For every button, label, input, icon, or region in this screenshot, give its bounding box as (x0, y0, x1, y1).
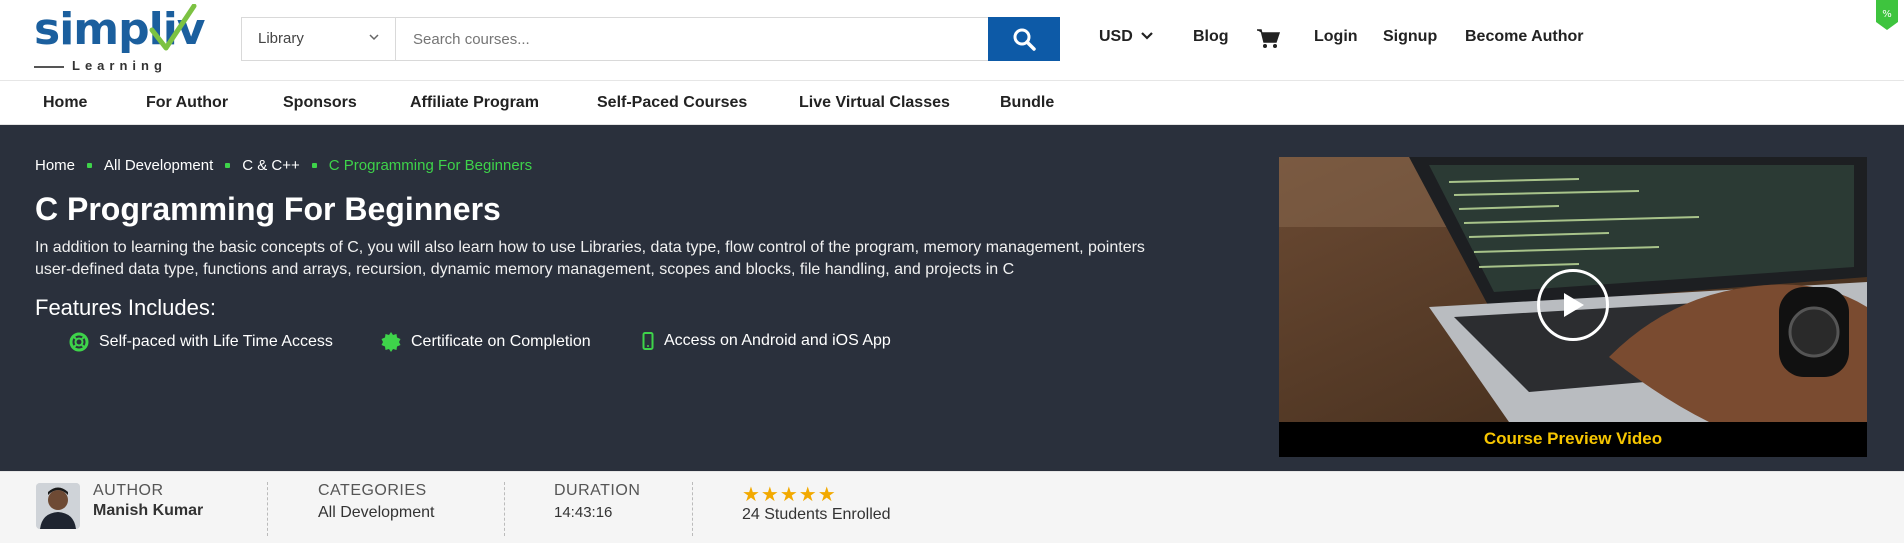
menu-item-live-virtual-classes[interactable]: Live Virtual Classes (799, 94, 950, 112)
duration-label: DURATION (554, 482, 641, 499)
feature-label: Access on Android and iOS App (664, 332, 891, 349)
category-select[interactable]: Library (242, 18, 396, 60)
course-description-line: In addition to learning the basic concep… (35, 239, 1145, 256)
course-preview-video[interactable]: Course Preview Video (1279, 157, 1867, 457)
breadcrumb: Home All Development C & C++ C Programmi… (35, 157, 532, 174)
discount-tag-icon[interactable]: % (1876, 0, 1898, 30)
play-button[interactable] (1537, 269, 1609, 341)
site-logo[interactable]: simpliv Learning (34, 4, 205, 73)
feature-item: Certificate on Completion (381, 332, 591, 352)
lifebuoy-icon (69, 332, 89, 352)
search-input[interactable] (397, 18, 977, 60)
mobile-phone-icon (642, 332, 654, 350)
become-author-link[interactable]: Become Author (1465, 28, 1584, 46)
logo-subtext: Learning (72, 58, 167, 73)
menu-item-home[interactable]: Home (43, 94, 87, 112)
menu-item-self-paced-courses[interactable]: Self-Paced Courses (597, 94, 747, 112)
breadcrumb-current: C Programming For Beginners (328, 157, 533, 174)
login-link[interactable]: Login (1314, 28, 1358, 46)
menu-item-affiliate-program[interactable]: Affiliate Program (410, 94, 539, 112)
cart-icon[interactable] (1256, 28, 1280, 50)
search-bar: Library (241, 17, 1060, 61)
enrolled-count: 24 Students Enrolled (742, 506, 891, 523)
certificate-badge-icon (381, 332, 401, 352)
breadcrumb-home[interactable]: Home (35, 157, 75, 174)
top-header: simpliv Learning Library USD Blog (0, 0, 1904, 81)
course-hero: Home All Development C & C++ C Programmi… (0, 125, 1904, 471)
chevron-down-icon (1141, 32, 1154, 40)
course-title: C Programming For Beginners (35, 191, 501, 227)
svg-text:%: % (1882, 9, 1892, 20)
categories-label: CATEGORIES (318, 482, 427, 499)
feature-item: Self-paced with Life Time Access (69, 332, 333, 352)
video-thumbnail (1279, 157, 1867, 422)
categories-value[interactable]: All Development (318, 504, 435, 522)
feature-label: Self-paced with Life Time Access (99, 333, 333, 350)
author-name[interactable]: Manish Kumar (93, 502, 203, 520)
course-description-line: user-defined data type, functions and ar… (35, 261, 1015, 278)
menu-item-for-author[interactable]: For Author (146, 94, 228, 112)
currency-label: USD (1099, 28, 1133, 45)
course-info-bar: AUTHOR Manish Kumar CATEGORIES All Devel… (0, 471, 1904, 543)
author-avatar[interactable] (36, 483, 80, 529)
breadcrumb-c-cpp[interactable]: C & C++ (242, 157, 300, 174)
divider (692, 482, 693, 536)
menu-item-bundle[interactable]: Bundle (1000, 94, 1054, 112)
menu-item-sponsors[interactable]: Sponsors (283, 94, 357, 112)
breadcrumb-separator (311, 163, 317, 168)
course-description: In addition to learning the basic concep… (35, 237, 1250, 281)
signup-link[interactable]: Signup (1383, 28, 1437, 46)
search-button[interactable] (988, 17, 1060, 61)
divider (267, 482, 268, 536)
category-select-value: Library (258, 30, 304, 47)
duration-value: 14:43:16 (554, 504, 613, 521)
main-menu: Home For Author Sponsors Affiliate Progr… (0, 82, 1904, 125)
breadcrumb-all-development[interactable]: All Development (104, 157, 213, 174)
video-caption: Course Preview Video (1483, 429, 1663, 448)
breadcrumb-separator (87, 163, 93, 168)
features-heading: Features Includes: (35, 295, 216, 320)
play-icon (1564, 293, 1584, 317)
blog-link[interactable]: Blog (1193, 28, 1229, 46)
search-icon (1013, 28, 1036, 51)
author-label: AUTHOR (93, 482, 164, 499)
feature-label: Certificate on Completion (411, 333, 591, 350)
logo-underline (34, 66, 64, 68)
rating-stars: ★★★★★ (742, 484, 837, 506)
currency-selector[interactable]: USD (1099, 28, 1154, 46)
divider (504, 482, 505, 536)
logo-checkmark-icon (149, 4, 197, 51)
chevron-down-icon (369, 34, 379, 41)
feature-item: Access on Android and iOS App (642, 332, 891, 350)
breadcrumb-separator (225, 163, 231, 168)
avatar-image (36, 483, 80, 529)
